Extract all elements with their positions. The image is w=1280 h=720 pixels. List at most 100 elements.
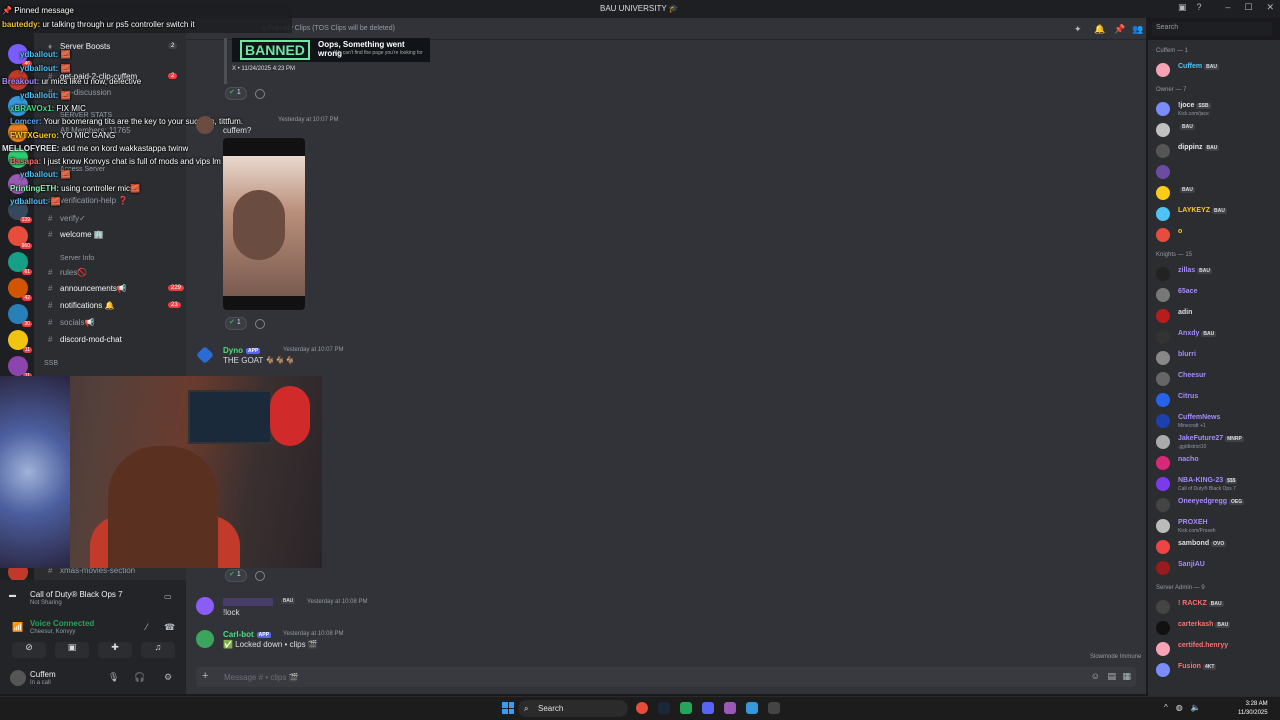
member-item[interactable]: zillas BAU [1156, 266, 1280, 284]
members-icon[interactable]: 👥 [1132, 24, 1143, 35]
add-attachment-icon[interactable]: + [202, 670, 208, 682]
member-item[interactable]: Citrus [1156, 392, 1280, 410]
noise-suppression-icon[interactable]: ⁄ [146, 622, 148, 632]
member-item[interactable]: SanjiAU [1156, 560, 1280, 578]
volume-icon[interactable]: 🔈 [1191, 703, 1201, 712]
member-item[interactable]: dippinz BAU [1156, 143, 1280, 161]
activities-button[interactable]: ✚ [98, 642, 132, 658]
wifi-icon[interactable]: ◍ [1176, 703, 1183, 712]
screen-share-icon[interactable]: ▭ [164, 592, 172, 601]
clock[interactable]: 3:28 AM 11/30/2025 [1238, 700, 1268, 718]
channel-xmas-movies[interactable]: # xmas-movies-section [48, 566, 135, 580]
soundboard-button[interactable]: ♫ [141, 642, 175, 658]
search-input[interactable]: Search [1152, 22, 1272, 36]
channel-socials[interactable]: # socials📢 [48, 318, 94, 332]
taskbar-search[interactable]: ⌕ Search [518, 700, 628, 717]
video-attachment[interactable] [223, 138, 305, 310]
member-item[interactable]: JakeFuture27 MNRP .gg/district10 [1156, 434, 1280, 452]
disconnect-icon[interactable]: ☎ [164, 622, 175, 633]
member-item[interactable]: sambond OVO [1156, 539, 1280, 557]
server-icon[interactable]: 960 [8, 226, 32, 249]
inbox-icon[interactable]: ▣ [1178, 2, 1187, 13]
obs-icon[interactable] [768, 702, 780, 714]
chevron-up-icon[interactable]: ^ [1164, 703, 1168, 712]
windows-start-icon[interactable] [502, 702, 514, 714]
reaction-check[interactable]: ✔ 1 [225, 569, 247, 582]
message-input[interactable]: + Message # • clips 🎬 ☺ ▤ ▦ [196, 667, 1136, 687]
member-item[interactable]: carterkash BAU [1156, 620, 1280, 638]
microphone-icon[interactable]: 🎙 [108, 672, 119, 683]
member-item[interactable]: PROXEH Kick.com/Proxeh [1156, 518, 1280, 536]
channel-notifications[interactable]: # notifications 🔔 23 [48, 301, 181, 315]
gif-icon[interactable]: ▤ [1107, 671, 1116, 682]
server-icon[interactable]: 30 [8, 304, 32, 327]
member-item[interactable]: NBA-KING-23 $$$ Call of Duty® Black Ops 7 [1156, 476, 1280, 494]
member-item[interactable]: Anxdy BAU [1156, 329, 1280, 347]
apps-icon[interactable]: ▦ [1122, 671, 1131, 682]
bell-icon[interactable]: 🔔 [1094, 24, 1105, 35]
member-item[interactable] [1156, 164, 1280, 182]
member-item[interactable]: ! RACKZ BAU [1156, 599, 1280, 617]
app-icon[interactable] [680, 702, 692, 714]
app-icon[interactable] [746, 702, 758, 714]
chrome-icon[interactable] [636, 702, 648, 714]
avatar[interactable] [196, 597, 214, 615]
member-item[interactable]: o [1156, 227, 1280, 245]
pin-icon[interactable]: 📌 [1114, 24, 1125, 35]
member-item[interactable]: BAU [1156, 122, 1280, 140]
channel-rules[interactable]: # rules🚫 [48, 268, 87, 282]
maximize-icon[interactable]: ☐ [1244, 2, 1252, 13]
gear-icon[interactable]: ⚙ [164, 672, 172, 683]
category-server-info[interactable]: Server Info [60, 255, 94, 262]
member-item[interactable]: BAU [1156, 185, 1280, 203]
server-icon[interactable]: 61 [8, 252, 32, 275]
minimize-icon[interactable]: – [1225, 2, 1230, 13]
channel-verify[interactable]: # verify✓ [48, 214, 86, 228]
message-author[interactable]: Dyno APP [223, 346, 261, 355]
channel-discord-mod-chat[interactable]: # discord-mod-chat [48, 335, 122, 349]
member-item[interactable]: 65ace [1156, 287, 1280, 305]
user-name[interactable]: Cuffem [30, 670, 56, 679]
app-icon[interactable] [724, 702, 736, 714]
add-reaction-icon[interactable] [255, 319, 265, 329]
channel-announcements[interactable]: # announcements📢 229 [48, 284, 185, 298]
member-item[interactable]: CuffemNews Minecraft +1 [1156, 413, 1280, 431]
embed-card[interactable]: BANNED Oops, Something went wrong We can… [232, 38, 430, 62]
member-item[interactable]: Cheesur [1156, 371, 1280, 389]
category-ssb[interactable]: SSB [44, 360, 58, 367]
member-item[interactable]: Fusion 4KT [1156, 662, 1280, 680]
discord-icon[interactable] [702, 702, 714, 714]
close-icon[interactable]: ✕ [1266, 2, 1274, 13]
voice-channel[interactable]: Cheesur, Konvyy [30, 629, 75, 635]
steam-icon[interactable] [658, 702, 670, 714]
avatar[interactable] [10, 670, 26, 686]
help-icon[interactable]: ? [1197, 2, 1202, 13]
avatar [1156, 642, 1170, 656]
member-item[interactable]: LAYKEYZ BAU [1156, 206, 1280, 224]
member-item[interactable]: Oneeyedgregg OEG [1156, 497, 1280, 515]
voice-connected-label[interactable]: Voice Connected [30, 619, 94, 628]
member-item[interactable]: Cuffem BAU [1156, 62, 1280, 80]
carl-avatar[interactable] [196, 630, 214, 648]
message-author[interactable]: Carl-bot APP [223, 630, 271, 639]
add-reaction-icon[interactable] [255, 571, 265, 581]
server-icon[interactable]: 11 [8, 330, 32, 353]
headphones-icon[interactable]: 🎧 [134, 672, 145, 683]
avatar[interactable] [196, 116, 214, 134]
server-icon[interactable]: 42 [8, 278, 32, 301]
channel-welcome[interactable]: # welcome 🏢 [48, 230, 104, 244]
member-item[interactable]: certifed.henryy [1156, 641, 1280, 659]
member-item[interactable]: adin [1156, 308, 1280, 326]
reaction-check[interactable]: ✔ 1 [225, 317, 247, 330]
server-icon[interactable]: 11 [8, 356, 32, 379]
member-item[interactable]: nacho [1156, 455, 1280, 473]
member-item[interactable]: !joce SSB Kick.com/jace [1156, 101, 1280, 119]
gift-icon[interactable]: ☺ [1091, 671, 1100, 681]
member-item[interactable]: blurri [1156, 350, 1280, 368]
screen-share-button[interactable]: ▣ [55, 642, 89, 658]
threads-icon[interactable]: ✦ [1074, 24, 1082, 35]
message-author[interactable] [223, 598, 273, 606]
add-reaction-icon[interactable] [255, 89, 265, 99]
camera-button[interactable]: ⊘ [12, 642, 46, 658]
reaction-check[interactable]: ✔ 1 [225, 87, 247, 100]
